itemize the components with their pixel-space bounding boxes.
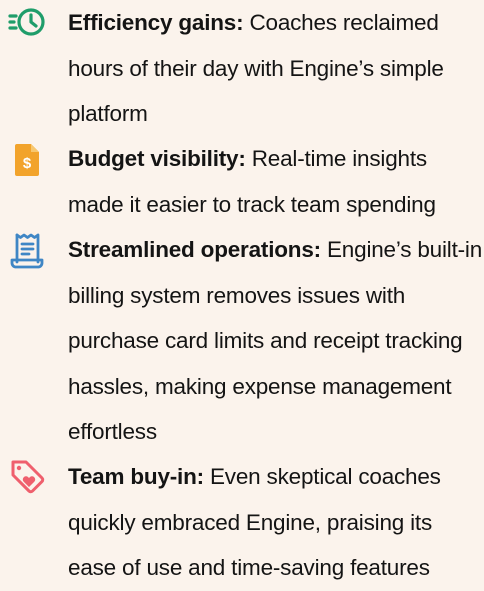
benefit-title: Streamlined operations: xyxy=(68,237,321,262)
benefit-text: Budget visibility: Real-time insights ma… xyxy=(68,136,484,227)
heart-tag-icon xyxy=(8,457,46,495)
receipt-icon xyxy=(8,232,46,270)
benefit-title: Efficiency gains: xyxy=(68,10,244,35)
benefit-title: Team buy-in: xyxy=(68,464,204,489)
benefit-text: Streamlined operations: Engine’s built-i… xyxy=(68,227,484,455)
benefits-list: Efficiency gains: Coaches reclaimed hour… xyxy=(0,0,484,580)
benefit-text: Team buy-in: Even skeptical coaches quic… xyxy=(68,454,484,591)
clock-speed-icon xyxy=(8,3,46,41)
benefit-body: Engine’s built-in billing system removes… xyxy=(68,237,483,444)
benefit-text: Efficiency gains: Coaches reclaimed hour… xyxy=(68,0,484,137)
benefit-title: Budget visibility: xyxy=(68,146,246,171)
svg-text:$: $ xyxy=(23,155,32,172)
dollar-document-icon: $ xyxy=(8,141,46,179)
